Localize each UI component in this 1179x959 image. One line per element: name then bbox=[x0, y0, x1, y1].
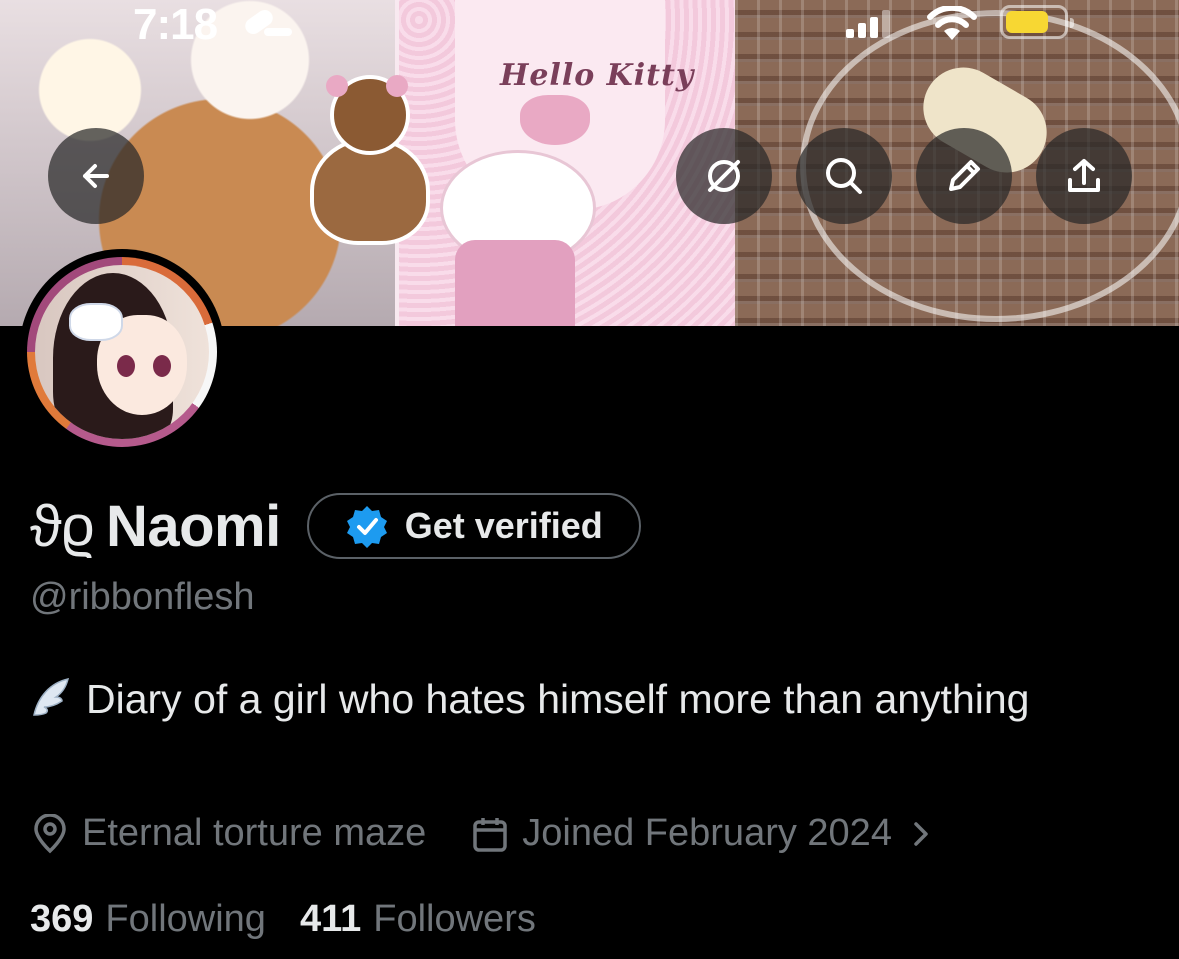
display-name: Naomi bbox=[105, 493, 281, 559]
kitty-bow bbox=[520, 95, 590, 145]
location-pin-icon bbox=[34, 813, 66, 853]
calendar-icon bbox=[473, 817, 508, 852]
arrow-left-icon bbox=[83, 164, 109, 188]
search-button[interactable] bbox=[796, 128, 892, 224]
edit-button[interactable] bbox=[916, 128, 1012, 224]
followers-link[interactable]: 411 Followers bbox=[300, 898, 536, 941]
wifi-icon bbox=[927, 6, 977, 40]
verified-badge-icon bbox=[346, 506, 387, 548]
pencil-icon bbox=[949, 160, 980, 191]
chevron-right-icon bbox=[914, 821, 928, 846]
get-verified-label: Get verified bbox=[404, 505, 603, 546]
bio: Diary of a girl who hates himself more t… bbox=[28, 668, 1148, 731]
back-button[interactable] bbox=[48, 128, 144, 224]
following-link[interactable]: 369 Following bbox=[30, 898, 266, 941]
user-handle: @ribbonflesh bbox=[30, 576, 255, 618]
get-verified-button[interactable]: Get verified bbox=[306, 493, 641, 559]
kitty-body bbox=[455, 240, 575, 326]
share-icon bbox=[1068, 159, 1100, 192]
share-button[interactable] bbox=[1036, 128, 1132, 224]
status-bar: 7:18 bbox=[0, 0, 1179, 50]
bio-text: Diary of a girl who hates himself more t… bbox=[86, 676, 1030, 722]
profile-meta: Eternal torture maze Joined February 202… bbox=[30, 812, 948, 855]
display-name-prefix: ϑϱ bbox=[30, 493, 94, 559]
grok-button[interactable] bbox=[676, 128, 772, 224]
grok-icon bbox=[708, 160, 740, 192]
wing-emoji-icon bbox=[33, 678, 70, 716]
banner-title: Hello Kitty bbox=[500, 58, 695, 93]
location-text: Eternal torture maze bbox=[82, 812, 427, 854]
sleep-mode-icon bbox=[245, 9, 292, 36]
avatar-image bbox=[35, 265, 209, 439]
following-count: 369 bbox=[30, 898, 94, 940]
search-icon bbox=[826, 158, 862, 194]
battery-icon bbox=[1000, 5, 1074, 39]
name-row: ϑϱ Naomi Get verified bbox=[30, 490, 641, 562]
status-time: 7:18 bbox=[133, 0, 218, 49]
follow-stats: 369 Following 411 Followers bbox=[30, 898, 536, 941]
followers-label: Followers bbox=[373, 898, 536, 940]
teddy-bear-image bbox=[300, 75, 430, 245]
cellular-signal-icon bbox=[846, 10, 890, 38]
profile-avatar[interactable] bbox=[19, 249, 225, 455]
followers-count: 411 bbox=[299, 898, 362, 940]
joined-date[interactable]: Joined February 2024 bbox=[470, 812, 948, 855]
joined-text: Joined February 2024 bbox=[522, 812, 892, 854]
following-label: Following bbox=[105, 898, 266, 940]
